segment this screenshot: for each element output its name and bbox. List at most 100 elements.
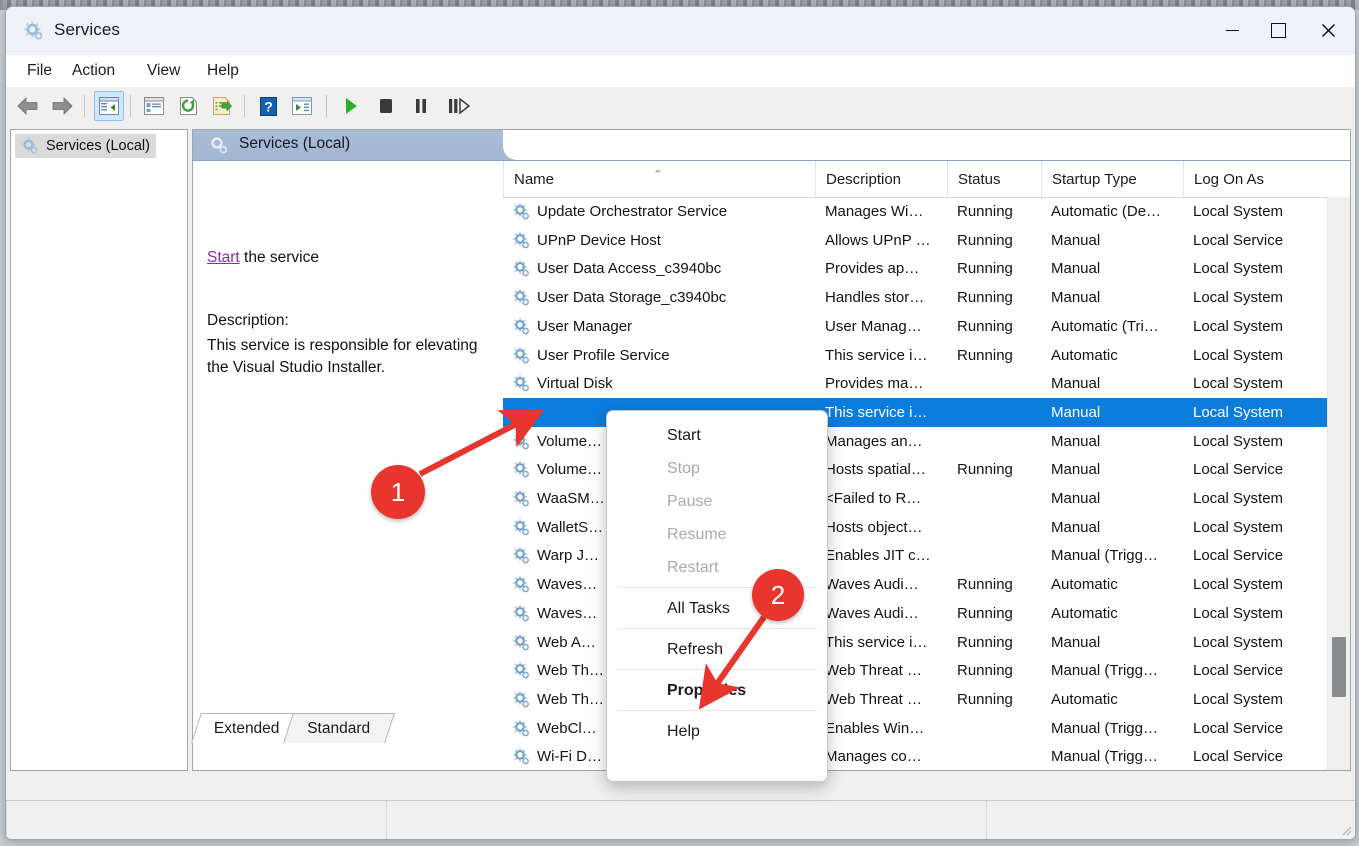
table-row[interactable]: UPnP Device Host Allows UPnP … Running Manu… bbox=[503, 226, 1350, 255]
cell-startup: Manual bbox=[1051, 260, 1101, 278]
header-cutout bbox=[503, 130, 1350, 160]
cell-startup: Manual bbox=[1051, 461, 1101, 479]
minimize-button[interactable] bbox=[1209, 7, 1255, 54]
start-service-link[interactable]: Start bbox=[207, 249, 240, 266]
context-menu-item-label: Refresh bbox=[667, 640, 724, 658]
help-button[interactable]: ? bbox=[254, 92, 282, 120]
cell-startup: Automatic bbox=[1051, 690, 1118, 708]
cell-description: <Failed to R… bbox=[825, 490, 922, 507]
cell-logon: Local System bbox=[1193, 346, 1284, 364]
table-row[interactable]: User Data Access_c3940bc Provides ap… Runn… bbox=[503, 254, 1350, 283]
cell-description: User Manag… bbox=[825, 317, 922, 335]
context-menu-item-start[interactable]: Start bbox=[607, 419, 827, 452]
context-menu-item-label: Properties bbox=[667, 681, 747, 699]
column-header-label: Status bbox=[958, 170, 1001, 188]
table-row[interactable]: User Manager User Manag… Running Automatic … bbox=[503, 312, 1350, 341]
cell-logon: Local Service bbox=[1193, 461, 1284, 479]
context-menu-item-refresh[interactable]: Refresh bbox=[607, 633, 827, 666]
show-hide-console-tree-button[interactable] bbox=[94, 91, 124, 121]
export-list-icon bbox=[213, 97, 232, 115]
service-details-panel: Start the service Description: This serv… bbox=[193, 161, 503, 770]
cell-description: Provides ap… bbox=[825, 260, 920, 278]
cell-startup: Automatic bbox=[1051, 346, 1118, 364]
restart-service-button[interactable] bbox=[442, 92, 476, 120]
stop-service-button[interactable] bbox=[372, 92, 400, 120]
forward-button[interactable] bbox=[48, 92, 76, 120]
back-button[interactable] bbox=[14, 92, 42, 120]
tab-label: Standard bbox=[307, 719, 371, 737]
close-button[interactable] bbox=[1305, 7, 1351, 54]
tab-standard[interactable]: Standard bbox=[283, 713, 395, 743]
console-tree-pane: Services (Local) bbox=[10, 129, 188, 771]
annotation-marker-2: 2 bbox=[752, 569, 804, 621]
services-gear-icon bbox=[211, 137, 228, 154]
cell-description: Handles stor… bbox=[825, 289, 925, 307]
export-list-button[interactable] bbox=[208, 92, 236, 120]
cell-status: Running bbox=[957, 317, 1013, 335]
menu-action[interactable]: Action bbox=[63, 55, 124, 87]
column-header-name[interactable]: Name bbox=[503, 161, 815, 197]
cell-startup: Manual bbox=[1051, 518, 1101, 536]
tree-item-services-local[interactable]: Services (Local) bbox=[15, 134, 156, 158]
table-row[interactable]: User Profile Service This service i… Runni… bbox=[503, 341, 1350, 370]
cell-status: Running bbox=[957, 690, 1013, 708]
menu-help[interactable]: Help bbox=[198, 55, 248, 87]
cell-startup: Manual (Trigg… bbox=[1051, 662, 1158, 680]
context-menu-item-help[interactable]: Help bbox=[607, 715, 827, 748]
tree-item-label: Services (Local) bbox=[46, 138, 150, 154]
maximize-button[interactable] bbox=[1255, 7, 1301, 54]
column-header-label: Description bbox=[826, 170, 902, 188]
column-header-description[interactable]: Description bbox=[815, 161, 947, 197]
close-icon bbox=[1321, 23, 1335, 38]
vertical-scrollbar[interactable] bbox=[1327, 197, 1350, 770]
menu-bar: File Action View Help bbox=[6, 55, 1355, 87]
cell-description: Manages co… bbox=[825, 748, 922, 766]
column-header-row: ⌃ Name Description Status Startup Type Log On… bbox=[503, 161, 1350, 198]
cell-description: Waves Audi… bbox=[825, 604, 919, 622]
cell-logon: Local System bbox=[1193, 490, 1284, 507]
cell-status: Running bbox=[957, 662, 1013, 680]
cell-logon: Local System bbox=[1193, 690, 1284, 708]
menu-file[interactable]: File bbox=[18, 55, 61, 87]
context-menu-separator bbox=[617, 669, 817, 670]
vertical-scrollbar-thumb[interactable] bbox=[1332, 637, 1346, 697]
start-service-button[interactable] bbox=[337, 92, 365, 120]
cell-name: User Data Storage_c3940bc bbox=[537, 289, 727, 307]
context-menu-item-properties[interactable]: Properties bbox=[607, 674, 827, 707]
column-header-status[interactable]: Status bbox=[947, 161, 1041, 197]
cell-startup: Manual bbox=[1051, 432, 1101, 450]
show-action-pane-icon bbox=[292, 97, 312, 115]
context-menu-item-label: Help bbox=[667, 722, 700, 740]
column-header-log-on-as[interactable]: Log On As bbox=[1183, 161, 1313, 197]
context-menu-item-label: Pause bbox=[667, 492, 713, 510]
forward-icon bbox=[52, 97, 73, 115]
properties-button[interactable] bbox=[140, 92, 168, 120]
cell-description: Waves Audi… bbox=[825, 576, 919, 594]
resize-grip-icon[interactable] bbox=[1340, 824, 1352, 836]
cell-status: Running bbox=[957, 289, 1013, 307]
column-header-startup-type[interactable]: Startup Type bbox=[1041, 161, 1183, 197]
refresh-button[interactable] bbox=[174, 92, 202, 120]
cell-startup: Automatic (De… bbox=[1051, 203, 1162, 220]
cell-name: User Data Access_c3940bc bbox=[537, 260, 722, 278]
back-icon bbox=[17, 97, 38, 115]
status-segment-1 bbox=[6, 801, 387, 839]
cell-startup: Manual (Trigg… bbox=[1051, 547, 1158, 565]
cell-startup: Manual bbox=[1051, 375, 1101, 393]
table-row[interactable]: Update Orchestrator Service Manages Wi… Ru… bbox=[503, 197, 1350, 226]
table-row[interactable]: Virtual Disk Provides ma… Manual Local Syst… bbox=[503, 369, 1350, 398]
menu-view[interactable]: View bbox=[138, 55, 189, 87]
table-row[interactable]: User Data Storage_c3940bc Handles stor… Ru… bbox=[503, 283, 1350, 312]
maximize-icon bbox=[1270, 23, 1286, 38]
context-menu-item-pause: Pause bbox=[607, 485, 827, 518]
stop-service-icon bbox=[380, 99, 392, 113]
show-action-pane-button[interactable] bbox=[288, 92, 316, 120]
cell-status: Running bbox=[957, 576, 1013, 594]
context-menu-item-label: Stop bbox=[667, 459, 700, 477]
results-pane-header: Services (Local) bbox=[193, 130, 1350, 161]
context-menu-item-label: Start bbox=[667, 426, 701, 444]
cell-startup: Manual bbox=[1051, 490, 1101, 507]
context-menu-separator bbox=[617, 628, 817, 629]
context-menu-item-label: Resume bbox=[667, 525, 727, 543]
pause-service-button[interactable] bbox=[407, 92, 435, 120]
